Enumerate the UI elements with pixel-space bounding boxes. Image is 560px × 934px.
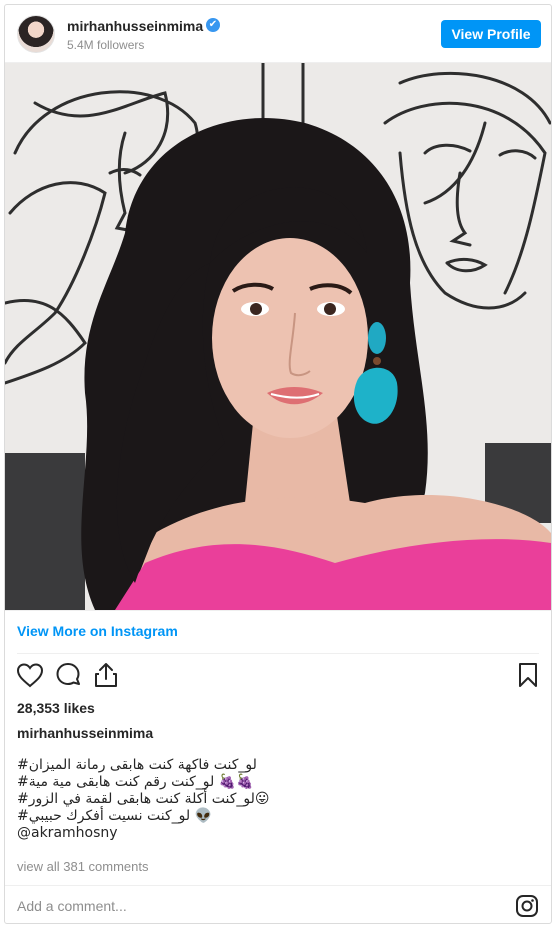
caption-line: 🍇🍇 لو_كنت رقم كنت هابقى مية مية# xyxy=(17,774,254,790)
comment-bar xyxy=(5,885,551,924)
post-header: mirhanhusseinmima ✔ 5.4M followers View … xyxy=(5,5,551,63)
caption-line: لو_كنت فاكهة كنت هابقى رمانة الميزان# xyxy=(17,757,257,773)
caption-username[interactable]: mirhanhusseinmima xyxy=(17,725,153,741)
like-count[interactable]: 28,353 likes xyxy=(17,700,95,716)
caption-line: 👽 لو_كنت نسيت أفكرك حبيبي# xyxy=(17,808,213,824)
instagram-logo-icon[interactable] xyxy=(515,894,539,918)
heart-icon[interactable] xyxy=(15,660,45,690)
comment-icon[interactable] xyxy=(53,660,83,690)
username[interactable]: mirhanhusseinmima xyxy=(67,18,203,34)
caption: لو_كنت فاكهة كنت هابقى رمانة الميزان# 🍇🍇… xyxy=(17,757,537,842)
bookmark-icon[interactable] xyxy=(513,660,543,690)
verified-badge-icon: ✔ xyxy=(206,18,220,32)
photo-illustration xyxy=(5,63,551,610)
caption-line: 😛لو_كنت أكلة كنت هابقى لقمة في الزور# xyxy=(17,791,270,807)
avatar[interactable] xyxy=(17,15,55,53)
divider xyxy=(17,653,539,654)
share-icon[interactable] xyxy=(91,660,121,690)
follower-count: 5.4M followers xyxy=(67,38,145,52)
instagram-embed-card: mirhanhusseinmima ✔ 5.4M followers View … xyxy=(4,4,552,924)
action-bar xyxy=(5,660,551,696)
view-comments-link[interactable]: view all 381 comments xyxy=(17,859,149,874)
mention-link[interactable]: @akramhosny xyxy=(17,825,537,842)
comment-input[interactable] xyxy=(15,895,489,917)
view-profile-button[interactable]: View Profile xyxy=(441,20,541,48)
view-more-link[interactable]: View More on Instagram xyxy=(17,623,178,639)
post-photo[interactable] xyxy=(5,62,551,611)
